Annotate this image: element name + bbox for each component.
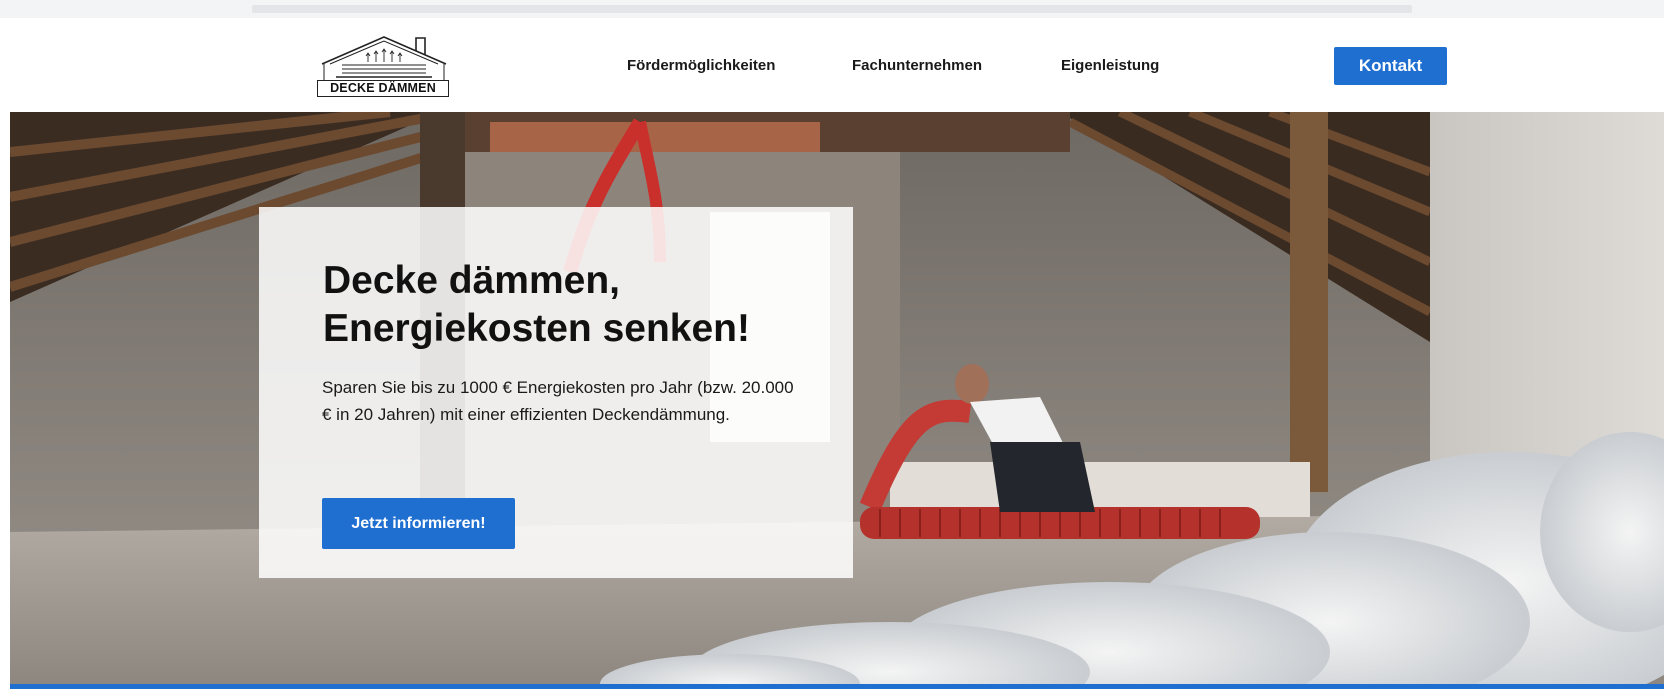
hero-title-line2: Energiekosten senken! [323,307,750,350]
hero-description: Sparen Sie bis zu 1000 € Energiekosten p… [322,378,794,424]
site-header: DECKE DÄMMEN Fördermöglichkeiten Fachunt… [0,18,1664,112]
hero-cta-button[interactable]: Jetzt informieren! [322,498,515,549]
hero-title-line1: Decke dämmen, [323,259,620,302]
contact-button[interactable]: Kontakt [1334,47,1447,85]
logo-text: DECKE DÄMMEN [317,80,449,97]
top-scroll-bar [252,5,1412,13]
hero-card: Decke dämmen, Energiekosten senken! Spar… [259,207,853,578]
hero-title: Decke dämmen, Energiekosten senken! [323,257,823,353]
hero-bottom-border [10,684,1664,689]
nav-eigenleistung[interactable]: Eigenleistung [1061,57,1159,74]
nav-fachunternehmen[interactable]: Fachunternehmen [852,57,982,74]
site-logo[interactable]: DECKE DÄMMEN [316,34,450,97]
hero-section: Decke dämmen, Energiekosten senken! Spar… [10,112,1664,684]
nav-foerdermoeglichkeiten[interactable]: Fördermöglichkeiten [627,57,775,74]
browser-top-strip [0,0,1664,18]
